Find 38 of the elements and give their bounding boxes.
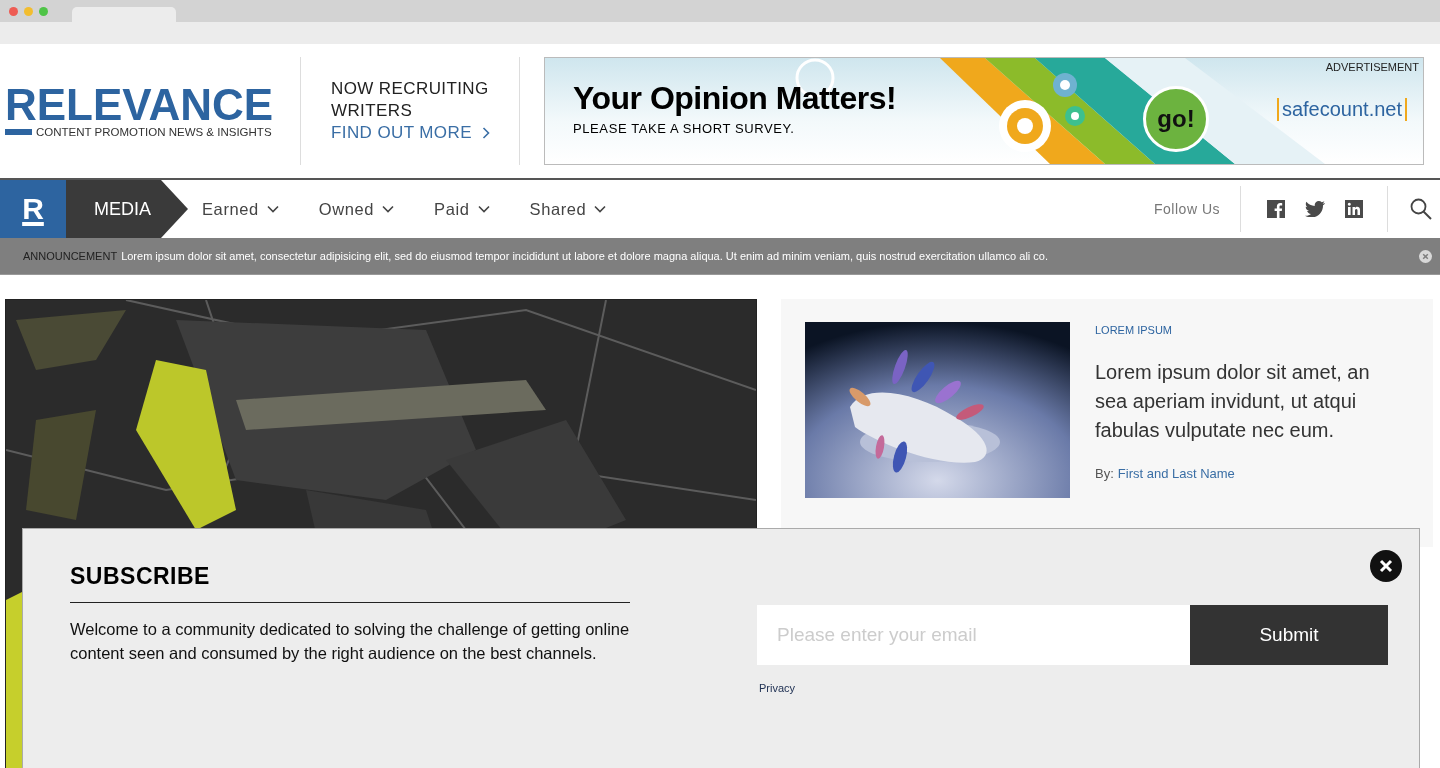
chevron-down-icon [266,205,279,213]
follow-us-label: Follow Us [1154,201,1220,217]
chevron-down-icon [382,205,395,213]
announcement-label: ANNOUNCEMENT [23,250,118,262]
privacy-link[interactable]: Privacy [759,682,796,694]
find-out-more-link[interactable]: FIND OUT MORE [331,122,519,144]
promo-text: NOW RECRUITING [331,78,490,100]
facebook-icon[interactable] [1267,200,1285,218]
close-icon[interactable] [1370,550,1402,582]
byline-label: By: [1095,466,1114,481]
nav-menu-item[interactable]: Shared [529,199,607,219]
logo-tagline: CONTENT PROMOTION NEWS & INSIGHTS [36,126,272,138]
author-link[interactable]: First and Last Name [1117,466,1235,481]
chevron-right-icon [481,127,490,139]
nav-menu-item[interactable]: Paid [434,199,490,219]
nav-menu-item[interactable]: Earned [202,199,279,219]
chevron-down-icon [477,205,490,213]
ad-subline: PLEASE TAKE A SHORT SURVEY. [573,121,796,136]
ad-label: ADVERTISEMENT [1325,61,1419,73]
nav-menu-item[interactable]: Owned [318,199,395,219]
search-icon[interactable] [1410,198,1432,220]
submit-button[interactable]: Submit [1190,605,1388,665]
subscribe-description: Welcome to a community dedicated to solving the challenge of getting online content seen and consumed by the right audience on the best channels. [70,619,630,664]
chevron-down-icon [594,205,607,213]
promo-text: WRITERS [331,100,414,122]
announcement-text: Lorem ipsum dolor sit amet, consectetur adipisicing elit, sed do eiusmod tempor incididunt ut labore et dolore magna aliqua. Ut enim ad minim veniam, quis nostrud exercitation ullamco ali co. [121,250,1049,262]
article-headline[interactable]: Lorem ipsum dolor sit amet, an sea aperiam invidunt, ut atqui fabulas vulputate nec eum. [1095,358,1405,445]
section-tab[interactable]: MEDIA [66,180,188,238]
subscribe-title: SUBSCRIBE [70,563,211,591]
brand-logo[interactable]: R [0,180,66,238]
article-card[interactable]: LOREM IPSUM Lorem ipsum dolor sit amet, an sea aperiam invidunt, ut atqui fabulas vulputate nec eum. By: First and Last Name [781,299,1433,547]
advertisement-banner[interactable]: ADVERTISEMENT Your Opinion Matters! PLEASE TAKE A SHORT SURVEY. go! safecount.net [544,57,1424,165]
linkedin-icon[interactable] [1345,200,1363,218]
ad-headline: Your Opinion Matters! [573,80,897,117]
category-link[interactable]: LOREM IPSUM [1095,324,1405,336]
ad-brand-name: safecount.net [1276,98,1407,121]
logo-wordmark[interactable]: RELEVANCE [5,84,300,126]
bird-icon[interactable] [1305,201,1325,217]
